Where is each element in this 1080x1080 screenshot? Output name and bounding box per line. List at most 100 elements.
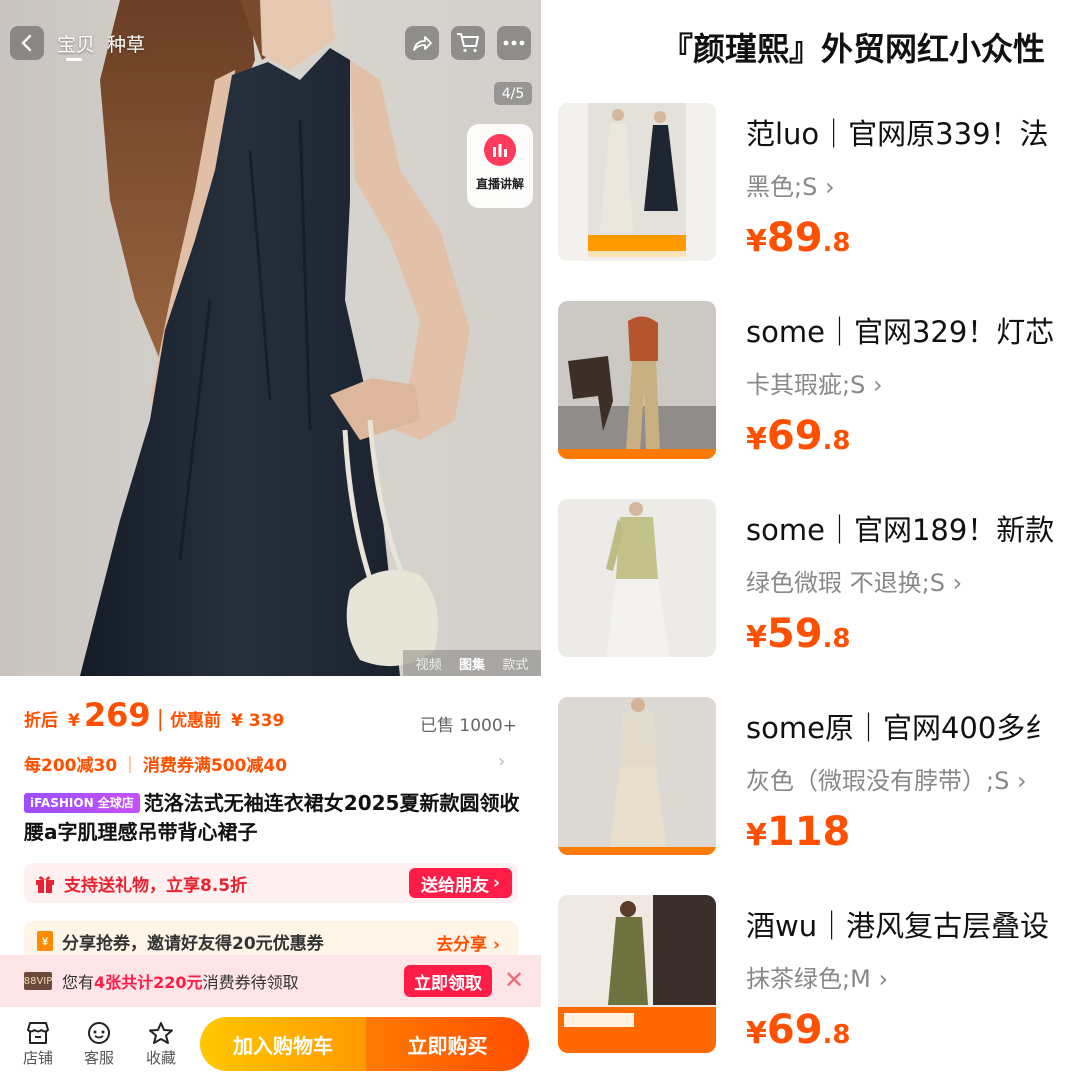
list-item[interactable]: some｜官网329！灯芯 卡其瑕疵;S › ¥69.8 <box>541 301 1080 481</box>
live-label: 直播讲解 <box>475 177 524 191</box>
vip-coupon-bar: 88VIP 您有4张共计220元消费券待领取 立即领取 ✕ <box>0 955 541 1007</box>
promo-threshold: 每200减30 <box>24 756 118 776</box>
gift-bar[interactable]: 支持送礼物，立享8.5折 送给朋友 › <box>24 863 518 903</box>
item-variant-text: 绿色微瑕 不退换;S <box>746 569 945 597</box>
currency-symbol: ¥ <box>746 224 767 259</box>
coupon-text-after: 消费券待领取 <box>202 973 299 992</box>
tab-baobei[interactable]: 宝贝 <box>57 30 95 57</box>
item-variant[interactable]: 卡其瑕疵;S › <box>746 365 883 400</box>
coupon-icon: ¥ <box>37 931 53 951</box>
share-button[interactable] <box>405 26 439 60</box>
mode-style[interactable]: 款式 <box>502 654 528 673</box>
back-button[interactable] <box>10 26 44 60</box>
claim-coupon-button[interactable]: 立即领取 <box>404 965 492 997</box>
promo-coupon: 消费券满500减40 <box>142 756 288 776</box>
mode-video[interactable]: 视频 <box>416 654 442 673</box>
item-price: ¥89.8 <box>746 215 851 261</box>
price-integer: 69 <box>766 413 823 459</box>
item-price: ¥69.8 <box>746 1007 851 1053</box>
star-icon <box>149 1022 173 1044</box>
coupon-text-before: 您有 <box>62 973 95 992</box>
go-share-label: 去分享 <box>436 935 488 955</box>
cart-icon <box>457 33 479 53</box>
live-explain-button[interactable]: 直播讲解 <box>467 124 533 208</box>
price-integer: 59 <box>766 611 823 657</box>
price-integer: 89 <box>766 215 823 261</box>
store-title: 『颜瑾熙』外贸网红小众性 <box>661 30 1046 68</box>
item-variant[interactable]: 黑色;S › <box>746 167 835 202</box>
chevron-right-icon[interactable]: › <box>498 751 505 772</box>
share-coupon-text: 分享抢券，邀请好友得20元优惠券 <box>62 933 324 954</box>
share-icon <box>413 36 432 51</box>
store-icon <box>27 1022 49 1044</box>
tab-zhongcao[interactable]: 种草 <box>107 30 145 57</box>
original-price-label: 优惠前 <box>170 711 222 731</box>
list-item[interactable]: some原｜官网400多纟 灰色（微瑕没有脖带）;S › ¥118 <box>541 697 1080 877</box>
item-variant[interactable]: 抹茶绿色;M › <box>746 959 888 994</box>
currency-symbol: ¥ <box>746 422 767 457</box>
chevron-right-icon: › <box>824 173 835 201</box>
item-title: 酒wu｜港风复古层叠设 <box>746 909 1050 943</box>
item-thumbnail <box>558 895 716 1053</box>
buy-now-button[interactable]: 立即购买 <box>366 1017 529 1071</box>
favorite-nav[interactable]: 收藏 <box>141 1021 181 1068</box>
coupon-text: 您有4张共计220元消费券待领取 <box>62 969 299 993</box>
chevron-right-icon: › <box>492 873 500 893</box>
price-separator: | <box>156 707 165 732</box>
item-thumbnail <box>558 697 716 855</box>
chevron-right-icon: › <box>1016 767 1027 795</box>
currency-symbol: ¥ <box>746 818 767 853</box>
item-variant-text: 抹茶绿色;M <box>746 965 871 993</box>
item-variant[interactable]: 灰色（微瑕没有脖带）;S › <box>746 761 1027 796</box>
service-label: 客服 <box>83 1049 114 1067</box>
send-to-friend-label: 送给朋友 <box>420 875 489 896</box>
discount-price: 269 <box>83 696 151 734</box>
cart-button[interactable] <box>451 26 485 60</box>
price-integer: 118 <box>766 809 851 855</box>
original-price: ¥ 339 <box>231 711 285 731</box>
currency-symbol: ¥ <box>746 620 767 655</box>
item-price: ¥118 <box>746 809 850 855</box>
mode-gallery[interactable]: 图集 <box>459 654 485 673</box>
active-tab-indicator <box>66 58 82 61</box>
item-price: ¥59.8 <box>746 611 851 657</box>
ifashion-badge: iFASHION 全球店 <box>24 793 140 813</box>
send-to-friend-button[interactable]: 送给朋友 › <box>408 868 512 898</box>
product-photo <box>0 0 541 676</box>
item-thumbnail <box>558 301 716 459</box>
go-share-link[interactable]: 去分享 › <box>436 930 500 955</box>
list-item[interactable]: some｜官网189！新款 绿色微瑕 不退换;S › ¥59.8 <box>541 499 1080 679</box>
item-variant[interactable]: 绿色微瑕 不退换;S › <box>746 563 962 598</box>
product-image-gallery[interactable]: 宝贝 种草 4/5 直播讲解 视频 图集 款式 <box>0 0 541 676</box>
list-item[interactable]: 范luo｜官网原339！法 黑色;S › ¥89.8 <box>541 103 1080 283</box>
bottom-action-bar: 店铺 客服 收藏 加入购物车 立即购买 <box>0 1007 541 1080</box>
price-decimal: .8 <box>822 624 851 654</box>
item-variant-text: 灰色（微瑕没有脖带）;S <box>746 767 1010 795</box>
store-label: 店铺 <box>22 1049 53 1067</box>
discount-price-label: 折后 <box>24 711 58 731</box>
gift-icon <box>36 876 54 893</box>
sold-count: 已售 1000+ <box>420 716 517 736</box>
add-to-cart-button[interactable]: 加入购物车 <box>200 1017 366 1071</box>
image-counter: 4/5 <box>494 82 532 105</box>
currency-symbol: ¥ <box>746 1016 767 1051</box>
gift-text: 支持送礼物，立享8.5折 <box>64 875 248 896</box>
item-thumbnail <box>558 103 716 261</box>
list-item[interactable]: 酒wu｜港风复古层叠设 抹茶绿色;M › ¥69.8 <box>541 895 1080 1075</box>
product-title: iFASHION 全球店 范洛法式无袖连衣裙女2025夏新款圆领收腰a字肌理感吊带… <box>24 789 524 847</box>
store-nav[interactable]: 店铺 <box>18 1021 58 1068</box>
chevron-right-icon: › <box>952 569 963 597</box>
item-title: 范luo｜官网原339！法 <box>746 117 1049 151</box>
price-decimal: .8 <box>822 1020 851 1050</box>
back-icon <box>21 34 32 52</box>
item-title: some原｜官网400多纟 <box>746 711 1055 745</box>
chevron-right-icon: › <box>878 965 889 993</box>
item-title: some｜官网329！灯芯 <box>746 315 1055 349</box>
promo-row[interactable]: 每200减30 | 消费券满500减40 <box>24 751 288 777</box>
item-variant-text: 卡其瑕疵;S <box>746 371 866 399</box>
service-nav[interactable]: 客服 <box>79 1021 119 1068</box>
item-price: ¥69.8 <box>746 413 851 459</box>
close-icon[interactable]: ✕ <box>504 966 524 994</box>
promo-separator: | <box>127 753 133 774</box>
more-button[interactable] <box>497 26 531 60</box>
